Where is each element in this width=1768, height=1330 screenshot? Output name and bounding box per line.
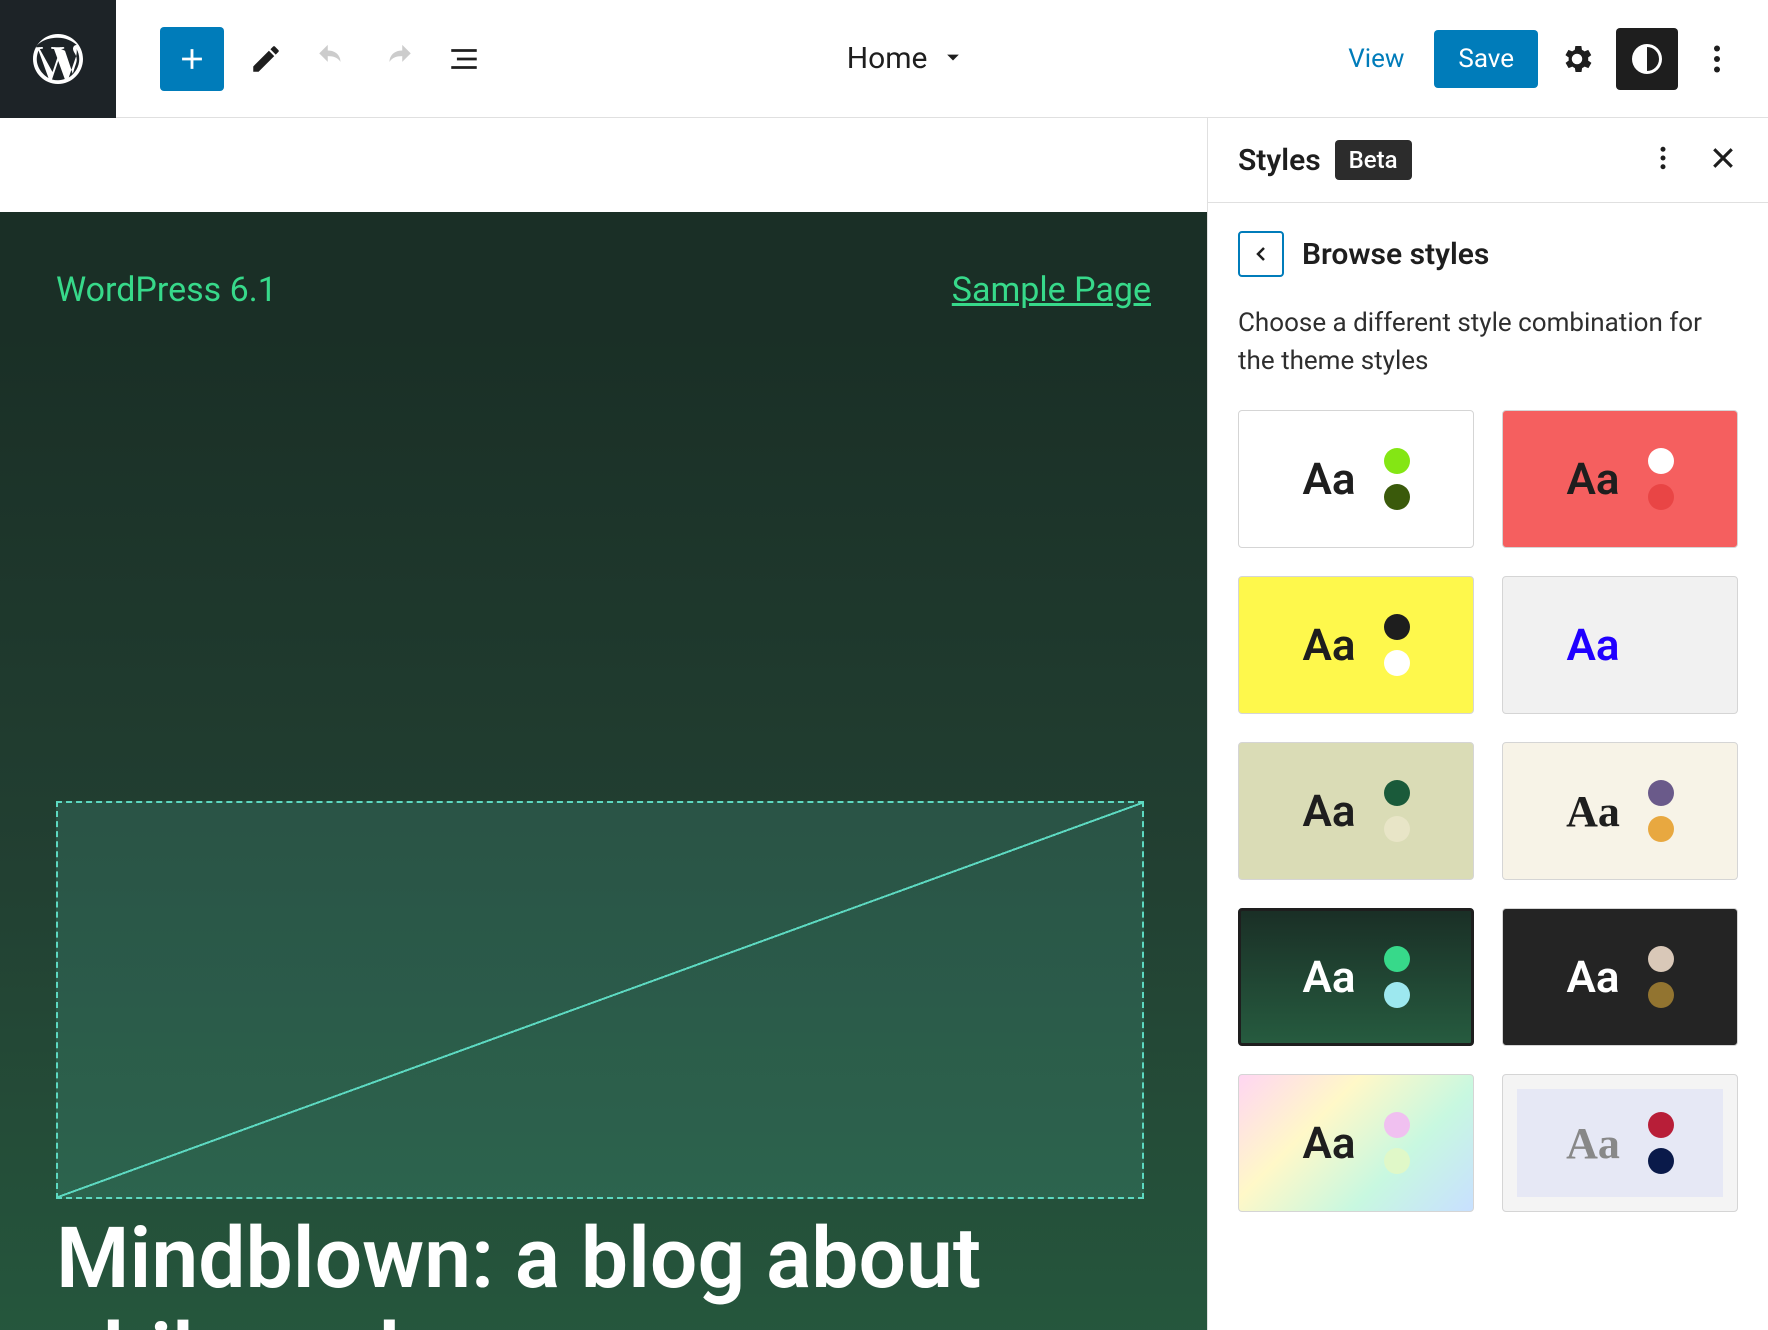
style-sample-text: Aa	[1566, 951, 1619, 1003]
view-link[interactable]: View	[1326, 30, 1426, 88]
wordpress-icon	[28, 29, 88, 89]
style-variations-grid: Aa Aa Aa Aa Aa Aa Aa Aa Aa Aa	[1208, 410, 1768, 1242]
site-header: WordPress 6.1 Sample Page	[56, 270, 1151, 310]
chevron-down-icon	[939, 43, 967, 75]
plus-icon	[175, 42, 209, 76]
undo-icon	[315, 42, 349, 76]
style-color-dots	[1384, 1112, 1410, 1174]
back-button[interactable]	[1238, 231, 1284, 277]
style-color-dots	[1384, 614, 1410, 676]
site-title[interactable]: WordPress 6.1	[56, 270, 277, 310]
redo-icon	[381, 42, 415, 76]
settings-button[interactable]	[1546, 28, 1608, 90]
style-variation-0[interactable]: Aa	[1238, 410, 1474, 548]
style-variation-6[interactable]: Aa	[1238, 908, 1474, 1046]
style-sample-text: Aa	[1566, 1118, 1620, 1169]
close-icon	[1708, 143, 1738, 173]
image-placeholder-block[interactable]	[56, 801, 1144, 1199]
page-heading[interactable]: Mindblown: a blog about philosophy.	[56, 1211, 1207, 1330]
style-variation-7[interactable]: Aa	[1502, 908, 1738, 1046]
style-variation-3[interactable]: Aa	[1502, 576, 1738, 714]
style-sample-text: Aa	[1566, 453, 1619, 505]
style-sample-text: Aa	[1302, 951, 1355, 1003]
editor-canvas[interactable]: WordPress 6.1 Sample Page Mindblown: a b…	[0, 118, 1208, 1330]
kebab-icon	[1699, 41, 1735, 77]
style-variation-8[interactable]: Aa	[1238, 1074, 1474, 1212]
sidebar-more-button[interactable]	[1648, 143, 1678, 177]
chevron-left-icon	[1249, 242, 1273, 266]
kebab-icon	[1648, 143, 1678, 173]
style-sample-text: Aa	[1302, 453, 1355, 505]
style-color-dots	[1648, 614, 1674, 676]
style-color-dots	[1384, 780, 1410, 842]
undo-button[interactable]	[308, 35, 356, 83]
sidebar-close-button[interactable]	[1708, 143, 1738, 177]
pencil-icon	[249, 42, 283, 76]
style-variation-9[interactable]: Aa	[1502, 1074, 1738, 1212]
style-sample-text: Aa	[1302, 785, 1355, 837]
canvas-content: WordPress 6.1 Sample Page Mindblown: a b…	[0, 212, 1207, 1330]
sidebar-header: Styles Beta	[1208, 118, 1768, 203]
nav-link-sample-page[interactable]: Sample Page	[952, 270, 1151, 310]
top-toolbar: Home View Save	[0, 0, 1768, 118]
save-button[interactable]: Save	[1434, 30, 1538, 88]
styles-sidebar: Styles Beta Browse styles Choose a diffe…	[1208, 118, 1768, 1330]
style-color-dots	[1648, 1112, 1674, 1174]
beta-badge: Beta	[1335, 140, 1412, 180]
style-color-dots	[1648, 448, 1674, 510]
toolbar-center[interactable]: Home	[488, 41, 1326, 76]
list-view-icon	[447, 42, 481, 76]
style-sample-text: Aa	[1566, 619, 1619, 671]
main-area: WordPress 6.1 Sample Page Mindblown: a b…	[0, 118, 1768, 1330]
style-variation-1[interactable]: Aa	[1502, 410, 1738, 548]
document-title: Home	[847, 41, 928, 76]
style-variation-5[interactable]: Aa	[1502, 742, 1738, 880]
style-sample-text: Aa	[1302, 619, 1355, 671]
style-color-dots	[1648, 780, 1674, 842]
style-color-dots	[1648, 946, 1674, 1008]
gear-icon	[1559, 41, 1595, 77]
browse-title: Browse styles	[1302, 237, 1489, 272]
toolbar-right: View Save	[1326, 28, 1768, 90]
more-options-button[interactable]	[1686, 28, 1748, 90]
styles-button[interactable]	[1616, 28, 1678, 90]
contrast-icon	[1629, 41, 1665, 77]
sidebar-title: Styles	[1238, 143, 1321, 178]
wordpress-logo[interactable]	[0, 0, 116, 118]
style-color-dots	[1384, 448, 1410, 510]
style-sample-text: Aa	[1302, 1117, 1355, 1169]
style-variation-2[interactable]: Aa	[1238, 576, 1474, 714]
edit-tool-button[interactable]	[242, 35, 290, 83]
toolbar-left	[116, 27, 488, 91]
style-variation-4[interactable]: Aa	[1238, 742, 1474, 880]
list-view-button[interactable]	[440, 35, 488, 83]
add-block-button[interactable]	[160, 27, 224, 91]
style-color-dots	[1384, 946, 1410, 1008]
style-sample-text: Aa	[1566, 786, 1620, 837]
browse-description: Choose a different style combination for…	[1208, 295, 1768, 410]
browse-header: Browse styles	[1208, 203, 1768, 295]
redo-button[interactable]	[374, 35, 422, 83]
